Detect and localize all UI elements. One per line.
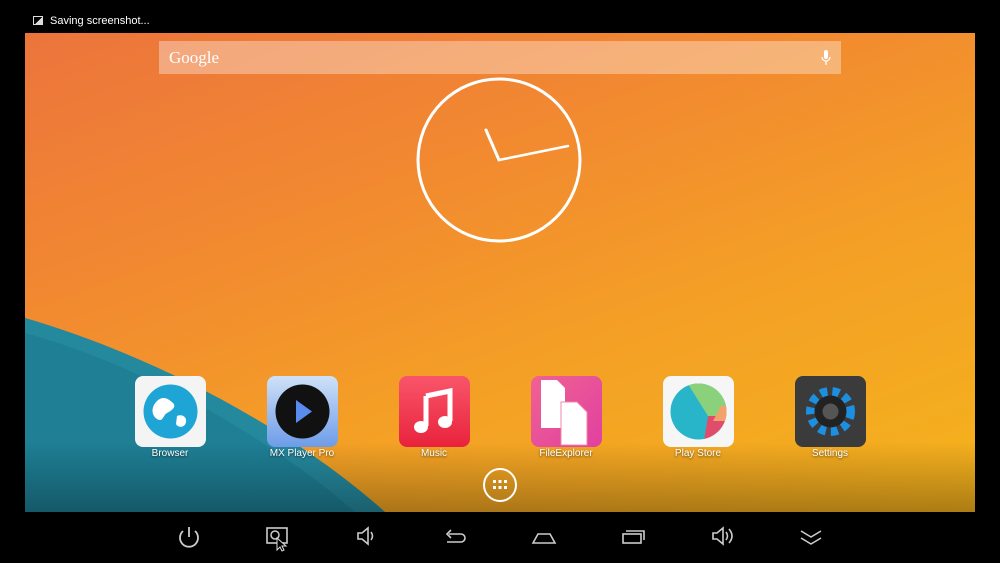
navigation-bar (0, 512, 1000, 563)
app-settings[interactable]: Settings (785, 376, 875, 459)
back-icon[interactable] (437, 518, 473, 554)
status-bar: Saving screenshot... (0, 0, 1000, 33)
music-note-icon (398, 376, 470, 447)
home-icon[interactable] (526, 518, 562, 554)
app-label: Settings (811, 448, 849, 459)
gear-icon (794, 376, 866, 447)
app-mx-player-pro[interactable]: MX Player Pro (257, 376, 347, 459)
notification-text: Saving screenshot... (50, 15, 150, 27)
app-drawer-button[interactable] (483, 468, 517, 502)
mic-icon[interactable] (821, 50, 831, 66)
volume-up-icon[interactable] (704, 518, 740, 554)
search-bar[interactable]: Google (159, 41, 841, 74)
volume-down-icon[interactable] (348, 518, 384, 554)
app-label: Browser (151, 448, 189, 459)
power-icon[interactable] (171, 518, 207, 554)
play-store-icon (662, 376, 734, 447)
home-screen: Google Browser MX Player Pro Music FileE… (25, 33, 975, 512)
globe-icon (134, 376, 206, 447)
hide-bar-icon[interactable] (793, 518, 829, 554)
app-play-store[interactable]: Play Store (653, 376, 743, 459)
app-fileexplorer[interactable]: FileExplorer (521, 376, 611, 459)
app-label: Play Store (674, 448, 722, 459)
app-browser[interactable]: Browser (125, 376, 215, 459)
play-icon (266, 376, 338, 447)
app-drawer-icon (493, 480, 507, 489)
app-label: Music (420, 448, 448, 459)
hour-hand (484, 128, 501, 162)
recents-icon[interactable] (615, 518, 651, 554)
app-label: FileExplorer (539, 448, 593, 459)
google-logo: Google (169, 48, 220, 67)
image-icon (33, 16, 43, 25)
analog-clock[interactable] (415, 76, 585, 246)
screenshot-icon[interactable] (259, 518, 295, 554)
files-icon (530, 376, 602, 447)
app-music[interactable]: Music (389, 376, 479, 459)
minute-hand (497, 144, 570, 162)
app-label: MX Player Pro (269, 448, 335, 459)
